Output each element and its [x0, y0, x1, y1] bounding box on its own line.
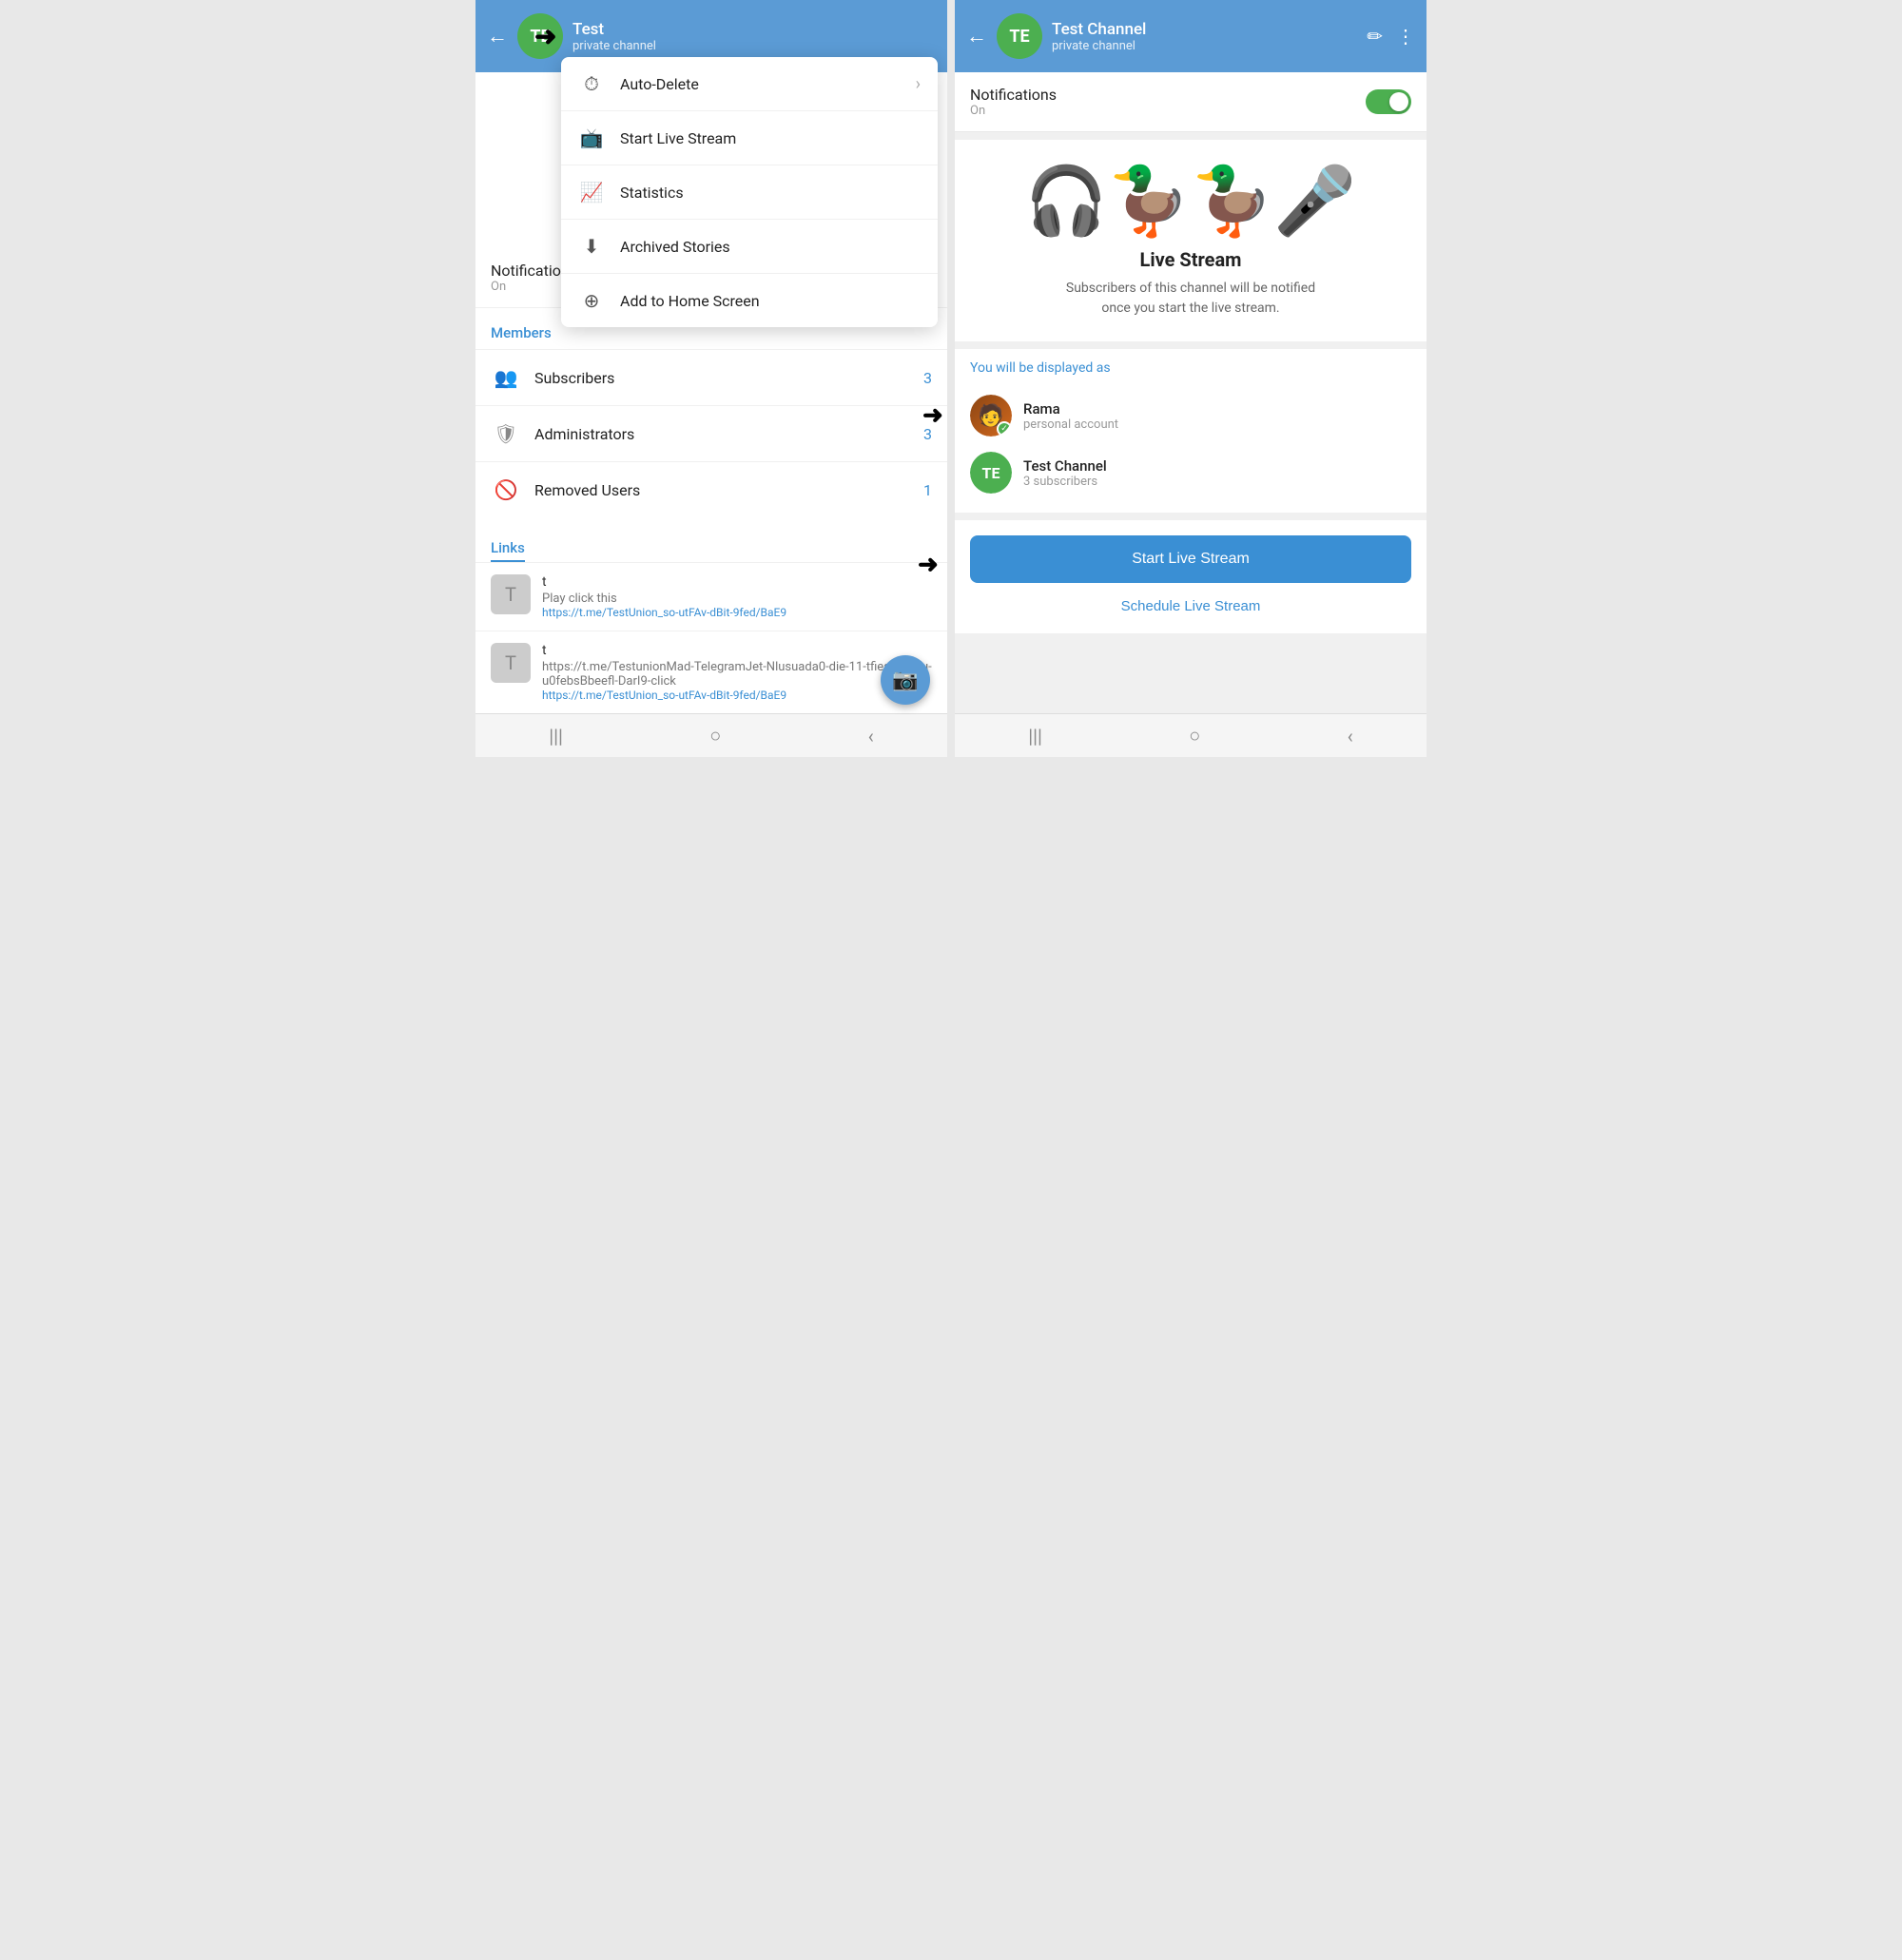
- nav-recents-icon[interactable]: |||: [549, 725, 563, 747]
- add-home-icon: ⊕: [578, 287, 605, 314]
- rama-sublabel: personal account: [1023, 417, 1118, 432]
- live-stream-icon: 📺: [578, 125, 605, 151]
- dropdown-menu: ⏱ Auto-Delete › 📺 Start Live Stream 📈 St…: [561, 57, 938, 327]
- members-title: Members: [491, 324, 552, 341]
- add-home-label: Add to Home Screen: [620, 292, 921, 310]
- removed-users-count: 1: [923, 481, 932, 499]
- nav-back-icon[interactable]: ‹: [868, 725, 874, 747]
- back-button[interactable]: ←: [487, 24, 508, 49]
- rama-avatar: 🧑 ✓: [970, 395, 1012, 437]
- fab-button[interactable]: 📷: [881, 655, 930, 705]
- start-live-stream-button[interactable]: Start Live Stream: [970, 535, 1411, 583]
- links-title: Links: [491, 539, 525, 562]
- link-item-1[interactable]: T t https://t.me/TestunionMad-TelegramJe…: [476, 631, 947, 713]
- test-channel-avatar: TE: [970, 452, 1012, 494]
- subscribers-row[interactable]: 👥 Subscribers 3: [476, 349, 947, 405]
- menu-item-archived-stories[interactable]: ⬇ Archived Stories: [561, 220, 938, 274]
- test-channel-name: Test Channel: [1023, 457, 1107, 475]
- right-nav-back-icon[interactable]: ‹: [1348, 725, 1353, 747]
- edit-icon[interactable]: ✏: [1367, 25, 1383, 48]
- archived-stories-label: Archived Stories: [620, 238, 921, 256]
- links-section: Links T t Play click this https://t.me/T…: [476, 525, 947, 713]
- left-nav-bar: ||| ○ ‹: [476, 713, 947, 757]
- link-item-0[interactable]: T t Play click this https://t.me/TestUni…: [476, 562, 947, 631]
- channel-name: Test: [573, 20, 936, 39]
- duck-illustration: 🎧🦆🦆🎤: [974, 163, 1407, 241]
- arrow-icon: ➜: [534, 21, 556, 52]
- rama-name: Rama: [1023, 400, 1118, 417]
- schedule-live-stream-button[interactable]: Schedule Live Stream: [970, 594, 1411, 618]
- right-channel-name: Test Channel: [1052, 20, 1357, 39]
- display-as-title: You will be displayed as: [970, 360, 1411, 376]
- link-desc-1: https://t.me/TestunionMad-TelegramJet-Nl…: [542, 660, 932, 689]
- link-url-1: https://t.me/TestUnion_so-utFAv-dBit-9fe…: [542, 689, 932, 702]
- display-as-section: You will be displayed as ➜ 🧑 ✓ Rama pers…: [955, 349, 1426, 513]
- removed-users-label: Removed Users: [534, 481, 923, 499]
- camera-icon: 📷: [892, 669, 918, 692]
- nav-home-icon[interactable]: ○: [709, 724, 721, 747]
- menu-item-auto-delete[interactable]: ⏱ Auto-Delete ›: [561, 57, 938, 111]
- link-thumb-0: T: [491, 574, 531, 614]
- menu-item-start-live-stream[interactable]: 📺 Start Live Stream: [561, 111, 938, 165]
- start-btn-section: ➜ Start Live Stream Schedule Live Stream: [955, 520, 1426, 633]
- archived-stories-icon: ⬇: [578, 233, 605, 260]
- channel-type: private channel: [573, 39, 936, 53]
- subscribers-count: 3: [923, 369, 932, 387]
- administrators-label: Administrators: [534, 425, 923, 443]
- right-notifications-row: Notifications On: [955, 72, 1426, 132]
- right-nav-recents-icon[interactable]: |||: [1028, 725, 1042, 747]
- right-channel-type: private channel: [1052, 39, 1357, 53]
- right-nav-home-icon[interactable]: ○: [1189, 724, 1200, 747]
- more-icon[interactable]: ⋮: [1396, 25, 1415, 48]
- right-notifications-label: Notifications: [970, 86, 1366, 104]
- link-url-0: https://t.me/TestUnion_so-utFAv-dBit-9fe…: [542, 606, 786, 619]
- display-as-item-test-channel[interactable]: TE Test Channel 3 subscribers: [970, 444, 1411, 501]
- link-title-1: t: [542, 643, 932, 658]
- link-title-0: t: [542, 574, 786, 590]
- live-stream-title: Live Stream: [974, 248, 1407, 271]
- right-header: ← TE Test Channel private channel ✏ ⋮: [955, 0, 1426, 72]
- live-stream-section: 🎧🦆🦆🎤 Live Stream Subscribers of this cha…: [955, 140, 1426, 341]
- verified-badge: ✓: [997, 421, 1012, 437]
- notifications-toggle[interactable]: [1366, 89, 1411, 114]
- right-back-button[interactable]: ←: [966, 24, 987, 49]
- subscribers-icon: 👥: [491, 362, 521, 393]
- link-thumb-1: T: [491, 643, 531, 683]
- right-nav-bar: ||| ○ ‹: [955, 713, 1426, 757]
- administrators-row[interactable]: 🛡 Administrators 3: [476, 405, 947, 461]
- display-as-item-rama[interactable]: ➜ 🧑 ✓ Rama personal account: [970, 387, 1411, 444]
- live-stream-description: Subscribers of this channel will be noti…: [1058, 279, 1324, 319]
- removed-users-row[interactable]: 🚫 Removed Users 1: [476, 461, 947, 517]
- auto-delete-icon: ⏱: [578, 70, 605, 97]
- right-avatar: TE: [997, 13, 1042, 59]
- auto-delete-label: Auto-Delete: [620, 75, 901, 93]
- test-channel-avatar-inner: TE: [970, 452, 1012, 494]
- statistics-icon: 📈: [578, 179, 605, 205]
- statistics-label: Statistics: [620, 184, 921, 202]
- start-live-stream-label: Start Live Stream: [620, 129, 921, 147]
- chevron-icon: ›: [916, 74, 921, 94]
- removed-users-icon: 🚫: [491, 475, 521, 505]
- menu-item-statistics[interactable]: 📈 Statistics: [561, 165, 938, 220]
- administrators-icon: 🛡: [491, 418, 521, 449]
- right-notifications-sublabel: On: [970, 104, 1366, 118]
- link-desc-0: Play click this: [542, 592, 786, 606]
- subscribers-label: Subscribers: [534, 369, 923, 387]
- menu-item-add-home[interactable]: ⊕ Add to Home Screen: [561, 274, 938, 327]
- test-channel-sublabel: 3 subscribers: [1023, 475, 1107, 489]
- arrow-pointer: ➜: [534, 21, 556, 52]
